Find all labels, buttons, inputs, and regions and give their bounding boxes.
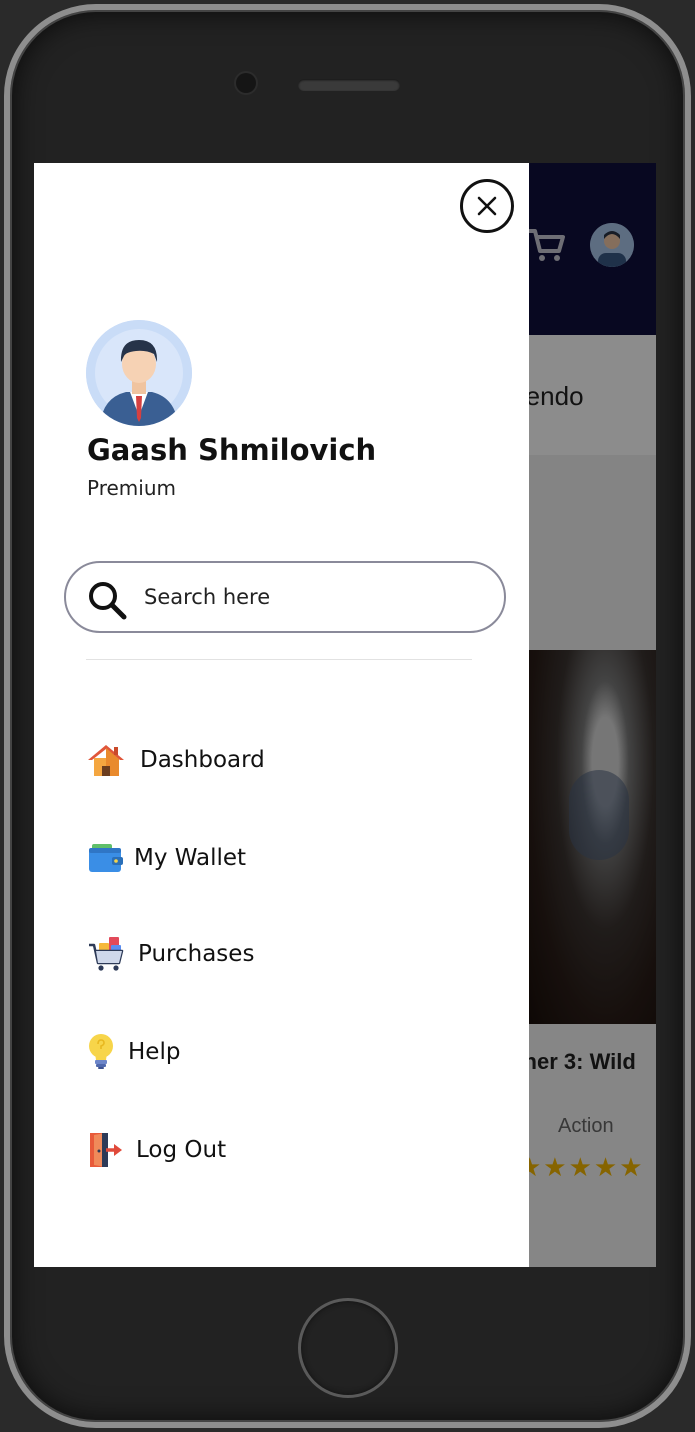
- menu-item-dashboard[interactable]: Dashboard: [86, 738, 265, 782]
- side-drawer: Gaash Shmilovich Premium Search here Das…: [34, 163, 529, 1267]
- wallet-icon: [86, 838, 126, 878]
- menu-item-help[interactable]: Help: [86, 1030, 180, 1074]
- front-camera: [236, 73, 256, 93]
- lightbulb-icon: [86, 1032, 116, 1072]
- menu-item-label: Log Out: [136, 1137, 227, 1163]
- app-screen: ntendo tcher 3: Wild Action ★★★★★ Gaash …: [34, 163, 656, 1267]
- shopping-cart-icon: [86, 934, 126, 974]
- user-avatar: [86, 320, 192, 426]
- house-icon: [86, 740, 126, 780]
- search-field[interactable]: [64, 561, 506, 633]
- menu-item-my-wallet[interactable]: My Wallet: [86, 836, 246, 880]
- phone-frame: ntendo tcher 3: Wild Action ★★★★★ Gaash …: [0, 0, 695, 1432]
- menu-item-purchases[interactable]: Purchases: [86, 932, 254, 976]
- menu-item-label: Purchases: [138, 941, 255, 967]
- menu-item-log-out[interactable]: Log Out: [86, 1128, 226, 1172]
- search-input[interactable]: [142, 577, 482, 617]
- person-avatar-icon: [86, 320, 192, 426]
- menu-item-label: Help: [128, 1039, 181, 1065]
- earpiece-speaker: [298, 79, 400, 91]
- menu-item-label: My Wallet: [134, 845, 247, 871]
- search-icon[interactable]: [86, 579, 128, 621]
- exit-door-icon: [86, 1130, 126, 1170]
- menu-item-label: Dashboard: [140, 747, 265, 773]
- divider: [86, 659, 472, 660]
- user-tier: Premium: [87, 476, 176, 500]
- close-drawer-button[interactable]: [460, 179, 514, 233]
- close-icon: [477, 196, 497, 216]
- user-name: Gaash Shmilovich: [87, 433, 377, 467]
- home-button[interactable]: [298, 1298, 398, 1398]
